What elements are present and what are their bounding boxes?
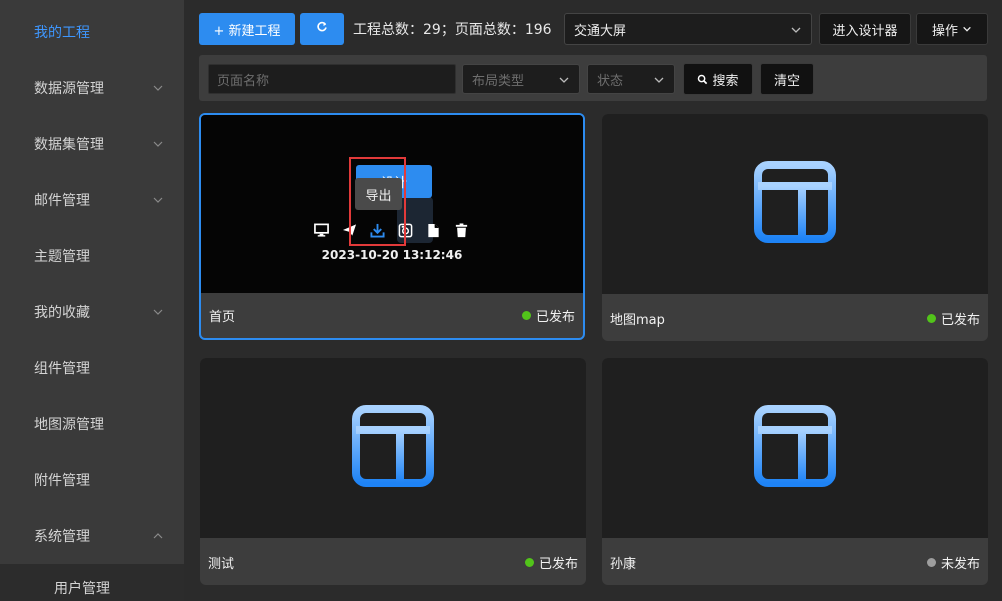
card-footer: 首页 已发布 <box>201 292 583 338</box>
nav-system[interactable]: 系统管理 <box>0 508 184 564</box>
card-timestamp: 2023-10-20 13:12:46 <box>321 248 463 262</box>
nav-dataset[interactable]: 数据集管理 <box>0 116 184 172</box>
layout-icon <box>754 405 836 491</box>
app: 我的工程 数据源管理 数据集管理 邮件管理 主题管理 我的收藏 组件管理 地图源… <box>0 0 1002 601</box>
card-title: 孙康 <box>610 556 637 572</box>
nav-favorites[interactable]: 我的收藏 <box>0 284 184 340</box>
status-dot <box>926 557 936 567</box>
nav-theme[interactable]: 主题管理 <box>0 228 184 284</box>
page-card[interactable]: 孙康 未发布 <box>602 358 988 585</box>
copy-icon[interactable] <box>425 222 441 238</box>
page-name-input[interactable]: 页面名称 <box>208 64 456 94</box>
status-select[interactable]: 状态 <box>587 64 675 94</box>
status-badge: 已发布 <box>521 292 575 338</box>
card-thumbnail <box>602 358 988 538</box>
chevron-down-icon <box>152 306 164 318</box>
nav-components[interactable]: 组件管理 <box>0 340 184 396</box>
page-card[interactable]: 测试 已发布 <box>200 358 586 585</box>
card-footer: 测试 已发布 <box>200 539 586 585</box>
status-badge: 已发布 <box>524 539 578 585</box>
nav-attachments[interactable]: 附件管理 <box>0 452 184 508</box>
chevron-down-icon <box>790 24 802 36</box>
card-thumbnail <box>602 114 988 294</box>
highlight-box <box>349 157 406 246</box>
project-stats: 工程总数：29；页面总数：196 <box>353 22 552 38</box>
chevron-down-icon <box>653 74 665 86</box>
nav-map-source[interactable]: 地图源管理 <box>0 396 184 452</box>
nav-my-projects[interactable]: 我的工程 <box>0 4 184 60</box>
layout-type-select[interactable]: 布局类型 <box>462 64 580 94</box>
status-badge: 已发布 <box>926 295 980 341</box>
preview-icon[interactable] <box>313 222 329 238</box>
page-card[interactable]: 地图map 已发布 <box>602 114 988 341</box>
chevron-down-icon <box>152 194 164 206</box>
status-badge: 未发布 <box>926 539 980 585</box>
search-icon <box>697 74 708 85</box>
main-content: + 新建工程 工程总数：29；页面总数：196 交通大屏 进入设计器 操作 页面… <box>184 0 1002 601</box>
operations-dropdown[interactable]: 操作 <box>916 13 988 45</box>
chevron-up-icon <box>152 530 164 542</box>
chevron-down-icon <box>152 82 164 94</box>
nav-datasource[interactable]: 数据源管理 <box>0 60 184 116</box>
chevron-down-icon <box>962 24 972 34</box>
new-project-button[interactable]: + 新建工程 <box>199 13 295 45</box>
refresh-button[interactable] <box>300 13 344 45</box>
layout-icon <box>754 161 836 247</box>
clear-button[interactable]: 清空 <box>760 63 814 95</box>
chevron-down-icon <box>152 138 164 150</box>
card-thumbnail <box>200 358 586 538</box>
sidebar: 我的工程 数据源管理 数据集管理 邮件管理 主题管理 我的收藏 组件管理 地图源… <box>0 0 184 601</box>
card-title: 测试 <box>208 556 235 572</box>
filter-bar: 页面名称 布局类型 状态 搜索 清空 <box>199 55 987 101</box>
card-footer: 孙康 未发布 <box>602 539 988 585</box>
layout-icon <box>352 405 434 491</box>
nav-mail[interactable]: 邮件管理 <box>0 172 184 228</box>
status-dot <box>926 313 936 323</box>
project-select[interactable]: 交通大屏 <box>564 13 812 45</box>
card-title: 地图map <box>610 312 665 328</box>
nav-user-management[interactable]: 用户管理 <box>0 564 184 601</box>
chevron-down-icon <box>558 74 570 86</box>
refresh-icon <box>316 21 328 37</box>
search-button[interactable]: 搜索 <box>683 63 753 95</box>
enter-designer-button[interactable]: 进入设计器 <box>819 13 911 45</box>
delete-icon[interactable] <box>453 222 469 238</box>
status-dot <box>521 310 531 320</box>
card-title: 首页 <box>209 309 236 325</box>
status-dot <box>524 557 534 567</box>
card-footer: 地图map 已发布 <box>602 295 988 341</box>
